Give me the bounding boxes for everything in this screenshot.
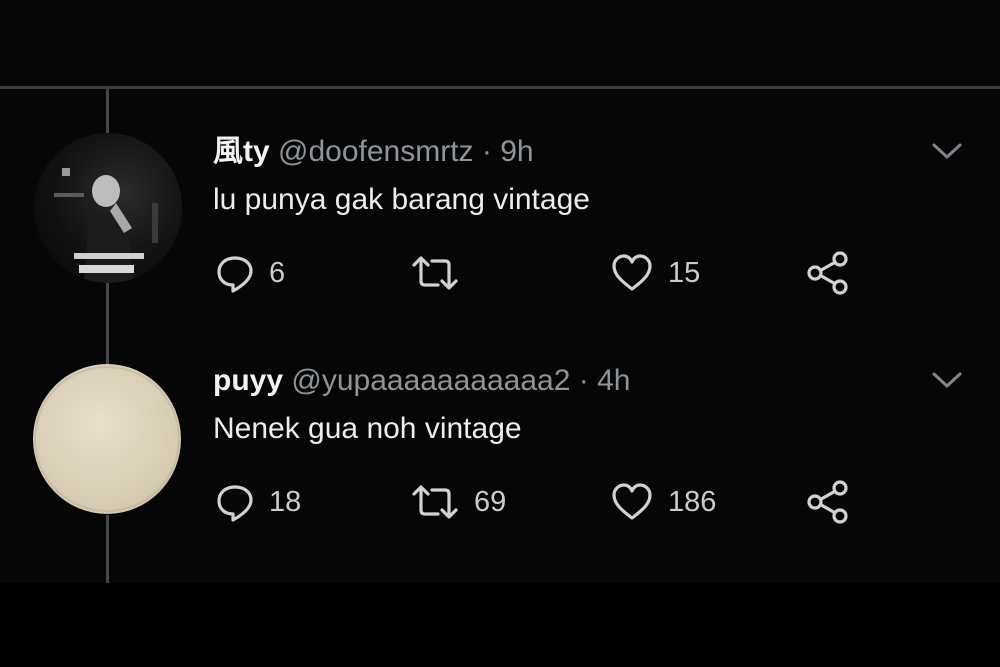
separator-dot: ·	[578, 364, 589, 397]
retweet-count: 69	[474, 485, 507, 518]
thread-line	[106, 89, 109, 133]
like-button[interactable]: 15	[610, 251, 700, 295]
share-icon	[807, 480, 848, 524]
share-button[interactable]	[805, 480, 851, 524]
reply-button[interactable]: 6	[215, 251, 285, 295]
tweet-header: puyy @yupaaaaaaaaaaa2 · 4h	[213, 362, 630, 400]
tweet-thread: 風ty @doofensmrtz · 9h lu punya gak baran…	[0, 0, 1000, 667]
retweet-icon	[412, 485, 458, 519]
reply-count: 6	[269, 256, 286, 289]
like-count: 15	[668, 256, 701, 289]
like-count: 186	[668, 485, 717, 518]
top-divider	[0, 86, 1000, 89]
tweet-actions: 18 69 186	[0, 480, 1000, 524]
retweet-button[interactable]	[410, 251, 474, 295]
reply-button[interactable]: 18	[215, 480, 301, 524]
separator-dot: ·	[481, 135, 492, 168]
share-button[interactable]	[805, 251, 851, 295]
tweet-text: lu punya gak barang vintage	[213, 183, 590, 216]
display-name[interactable]: 風ty	[213, 135, 270, 168]
reply-icon	[217, 256, 253, 293]
retweet-icon	[412, 256, 458, 290]
display-name[interactable]: puyy	[213, 364, 283, 397]
tweet-header: 風ty @doofensmrtz · 9h	[213, 133, 534, 171]
tweet-actions: 6 15	[0, 251, 1000, 295]
reply-icon	[217, 485, 253, 522]
user-handle[interactable]: @doofensmrtz	[278, 135, 474, 168]
user-handle[interactable]: @yupaaaaaaaaaaa2	[291, 364, 570, 397]
timestamp[interactable]: 9h	[500, 135, 533, 168]
tweet-text: Nenek gua noh vintage	[213, 412, 522, 445]
retweet-button[interactable]: 69	[410, 480, 506, 524]
heart-icon	[612, 254, 652, 291]
timestamp[interactable]: 4h	[597, 364, 630, 397]
share-icon	[807, 251, 848, 295]
reply-count: 18	[269, 485, 302, 518]
bottom-band	[0, 583, 1000, 667]
thread-line	[106, 515, 109, 583]
heart-icon	[612, 483, 652, 520]
chevron-down-icon[interactable]	[930, 368, 964, 392]
like-button[interactable]: 186	[610, 480, 716, 524]
chevron-down-icon[interactable]	[930, 139, 964, 163]
